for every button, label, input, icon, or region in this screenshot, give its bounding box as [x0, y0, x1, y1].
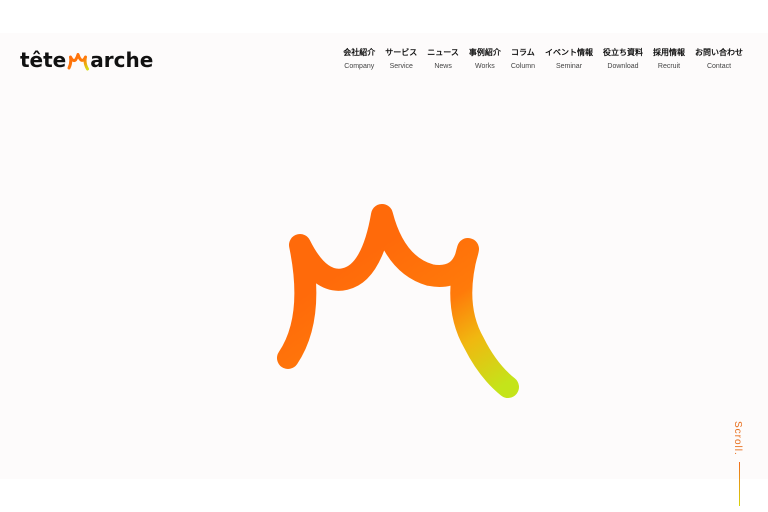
nav-label-jp: 事例紹介 — [468, 48, 501, 57]
nav-label-en: News — [434, 63, 452, 70]
nav-label-en: Service — [389, 63, 413, 70]
nav-label-en: Works — [475, 63, 495, 70]
nav-item-works[interactable]: 事例紹介 Works — [464, 48, 506, 71]
nav-label-jp: ニュース — [427, 48, 459, 57]
nav-label-en: Seminar — [555, 63, 583, 70]
hero-crown-m-mark — [277, 204, 519, 398]
nav-label-jp: イベント情報 — [545, 48, 593, 57]
logo-text-end: arche — [90, 48, 154, 72]
nav-item-company[interactable]: 会社紹介 Company — [338, 48, 380, 71]
logo-text-start: tête — [20, 48, 67, 72]
nav-label-en: Recruit — [657, 63, 681, 70]
nav-label-jp: コラム — [511, 48, 535, 57]
nav-item-column[interactable]: コラム Column — [506, 48, 540, 71]
scroll-line — [739, 462, 740, 506]
nav-item-download[interactable]: 役立ち資料 Download — [598, 48, 648, 71]
nav-item-recruit[interactable]: 採用情報 Recruit — [648, 48, 690, 71]
nav-label-jp: 会社紹介 — [343, 48, 376, 57]
nav-label-en: Contact — [706, 63, 732, 70]
nav-label-en: Download — [607, 63, 639, 70]
nav-label-jp: 役立ち資料 — [603, 48, 643, 57]
nav-label-jp: お問い合わせ — [695, 48, 743, 57]
nav-label-en: Company — [344, 63, 375, 70]
crown-m-icon — [67, 53, 90, 71]
scroll-label: Scroll. — [732, 421, 743, 456]
nav-item-news[interactable]: ニュース News — [422, 48, 464, 71]
site-header: tête arche 会社紹介 Company サービス Service ニュー… — [0, 33, 768, 93]
nav-label-jp: サービス — [385, 48, 418, 57]
nav-item-seminar[interactable]: イベント情報 Seminar — [540, 48, 598, 71]
nav-label-en: Column — [510, 63, 535, 70]
nav-item-service[interactable]: サービス Service — [380, 48, 422, 71]
nav-label-jp: 採用情報 — [653, 48, 685, 57]
scroll-indicator[interactable]: Scroll. — [732, 421, 748, 511]
page-background: tête arche 会社紹介 Company サービス Service ニュー… — [0, 33, 768, 506]
site-logo[interactable]: tête arche — [20, 46, 153, 74]
nav-item-contact[interactable]: お問い合わせ Contact — [690, 48, 748, 71]
global-nav: 会社紹介 Company サービス Service ニュース News 事例紹介… — [338, 48, 748, 71]
